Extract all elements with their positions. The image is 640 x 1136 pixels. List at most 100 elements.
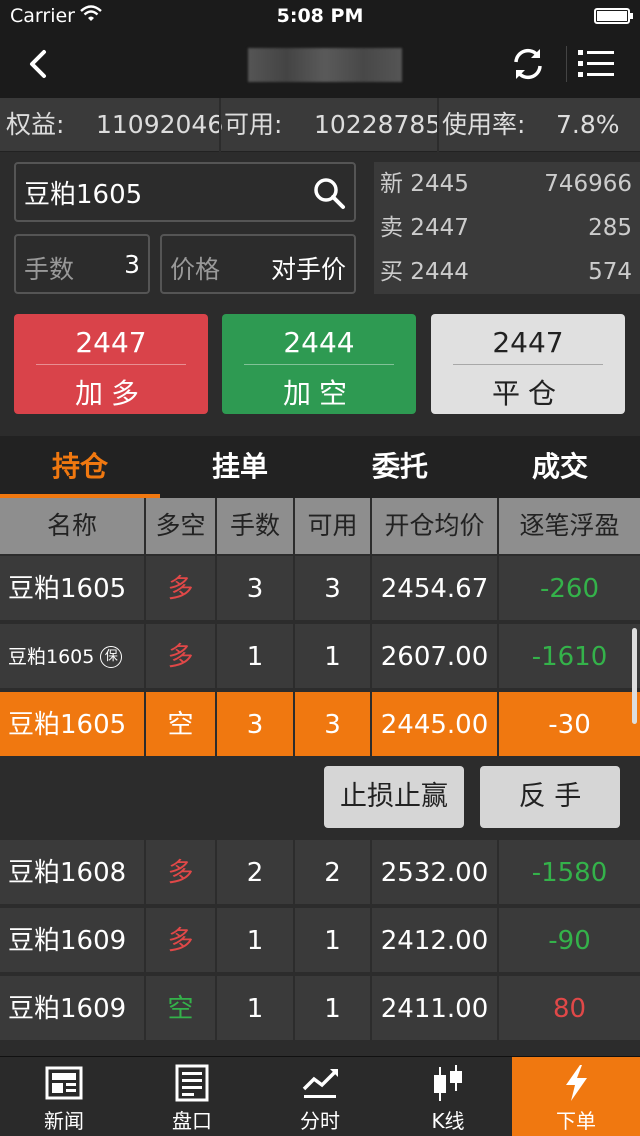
buy-long-button[interactable]: 2447 加多 [14, 314, 208, 414]
table-row[interactable]: 豆粕1609 空 1 1 2411.00 80 [0, 976, 640, 1042]
cell-float-pnl: -90 [548, 926, 591, 956]
cell-direction: 多 [167, 858, 194, 888]
price-field[interactable]: 价格 对手价 [160, 234, 356, 294]
sell-short-price: 2444 [283, 326, 355, 359]
battery-icon [594, 8, 633, 24]
tab-positions[interactable]: 持仓 [0, 436, 160, 498]
price-value: 对手价 [270, 255, 346, 284]
cell-avg-price: 2445.00 [380, 710, 489, 740]
tab-pending[interactable]: 挂单 [160, 436, 320, 498]
newspaper-icon [45, 1066, 83, 1100]
candlestick-icon [434, 1065, 462, 1101]
orderbook-icon [175, 1064, 209, 1102]
close-price: 2447 [492, 326, 564, 359]
table-scrollbar[interactable] [632, 628, 637, 724]
cell-quantity: 3 [246, 574, 264, 604]
cell-name: 豆粕1608 [8, 858, 127, 888]
quote-last-label: 新 2445 [380, 171, 469, 197]
divider [437, 98, 439, 152]
nav-divider [566, 46, 567, 82]
tabbar-orderbook[interactable]: 盘口 [128, 1057, 256, 1136]
quantity-value: 3 [124, 250, 140, 279]
nav-bar [0, 32, 640, 98]
quote-ask: 卖 2447 285 [380, 206, 632, 250]
back-icon[interactable] [20, 46, 56, 82]
hedge-badge: 保 [100, 646, 123, 668]
cell-direction: 多 [167, 926, 194, 956]
search-icon[interactable] [312, 176, 346, 210]
col-name: 名称 [46, 511, 97, 540]
tabbar-orderbook-label: 盘口 [172, 1109, 212, 1133]
symbol-search-box[interactable] [14, 162, 356, 222]
tabbar-news[interactable]: 新闻 [0, 1057, 128, 1136]
tab-trades[interactable]: 成交 [480, 436, 640, 498]
table-header: 名称 多空 手数 可用 开仓均价 逐笔浮盈 [0, 498, 640, 554]
row-actions: 止损止赢 反 手 [0, 758, 640, 838]
col-available: 可用 [307, 511, 358, 540]
quote-panel: 新 2445 746966 卖 2447 285 买 2444 574 [374, 162, 640, 294]
sell-short-button[interactable]: 2444 加空 [222, 314, 416, 414]
cell-avg-price: 2532.00 [380, 858, 489, 888]
cell-quantity: 1 [246, 926, 264, 956]
tabbar-order[interactable]: 下单 [512, 1057, 640, 1136]
quote-ask-label: 卖 2447 [380, 215, 469, 241]
cell-quantity: 3 [246, 710, 264, 740]
table-row-selected[interactable]: 豆粕1605 空 3 3 2445.00 -30 [0, 692, 640, 758]
usage-value: 7.8% [556, 110, 620, 139]
cell-name: 豆粕1605 [8, 710, 127, 740]
cell-name: 豆粕1609 [8, 994, 127, 1024]
clock: 5:08 PM [276, 5, 364, 27]
tabbar-intraday[interactable]: 分时 [256, 1057, 384, 1136]
cell-direction: 空 [167, 994, 194, 1024]
col-avg-price: 开仓均价 [384, 511, 485, 540]
cell-name: 豆粕1605 [8, 574, 127, 604]
cell-available: 3 [324, 710, 341, 740]
cell-direction: 空 [167, 710, 194, 740]
close-position-button[interactable]: 2447 平仓 [431, 314, 625, 414]
quote-bid-volume: 574 [588, 259, 632, 285]
available-label: 可用: [224, 110, 283, 139]
tabbar-kline-label: K线 [431, 1109, 465, 1133]
stop-loss-take-profit-button[interactable]: 止损止赢 [324, 766, 464, 828]
position-tabs: 持仓 挂单 委托 成交 [0, 436, 640, 498]
cell-float-pnl: -1580 [531, 858, 608, 888]
quantity-field[interactable]: 手数 3 [14, 234, 150, 294]
list-menu-icon[interactable] [576, 46, 616, 82]
cell-avg-price: 2607.00 [380, 642, 489, 672]
cell-direction: 多 [167, 642, 194, 672]
table-row[interactable]: 豆粕1605 多 3 3 2454.67 -260 [0, 556, 640, 622]
cell-avg-price: 2454.67 [380, 574, 489, 604]
available-value: 10228785 [314, 110, 442, 139]
reverse-position-button[interactable]: 反 手 [480, 766, 620, 828]
cell-name: 豆粕1605 保 [0, 624, 144, 690]
quote-last-volume: 746966 [544, 171, 632, 197]
table-row[interactable]: 豆粕1605 保 多 1 1 2607.00 -1610 [0, 624, 640, 690]
cell-float-pnl: -260 [539, 574, 599, 604]
table-row[interactable]: 豆粕1609 多 1 1 2412.00 -90 [0, 908, 640, 974]
lightning-icon [566, 1065, 587, 1101]
tabbar-kline[interactable]: K线 [384, 1057, 512, 1136]
account-summary: 权益: 11092046 可用: 10228785 使用率: 7.8% [0, 98, 640, 152]
col-quantity: 手数 [229, 511, 280, 540]
cell-available: 1 [324, 926, 341, 956]
bottom-tab-bar: 新闻 盘口 分时 K线 下单 [0, 1056, 640, 1136]
buy-long-price: 2447 [75, 326, 147, 359]
symbol-input[interactable] [24, 172, 304, 212]
cell-available: 1 [324, 994, 341, 1024]
sell-short-label: 加空 [282, 377, 355, 410]
cell-quantity: 2 [246, 858, 264, 888]
tabbar-order-label: 下单 [556, 1109, 596, 1133]
quote-bid-label: 买 2444 [380, 259, 469, 285]
refresh-icon[interactable] [508, 44, 548, 84]
tabbar-intraday-label: 分时 [300, 1109, 340, 1133]
cell-quantity: 1 [246, 642, 264, 672]
cell-name: 豆粕1609 [8, 926, 127, 956]
cell-float-pnl: -1610 [531, 642, 608, 672]
tab-orders[interactable]: 委托 [320, 436, 480, 498]
table-row[interactable]: 豆粕1608 多 2 2 2532.00 -1580 [0, 840, 640, 906]
cell-avg-price: 2412.00 [380, 926, 489, 956]
quote-ask-volume: 285 [588, 215, 632, 241]
name-text: 豆粕1605 [8, 646, 95, 668]
line-chart-icon [302, 1069, 338, 1098]
buy-long-label: 加多 [74, 377, 147, 410]
